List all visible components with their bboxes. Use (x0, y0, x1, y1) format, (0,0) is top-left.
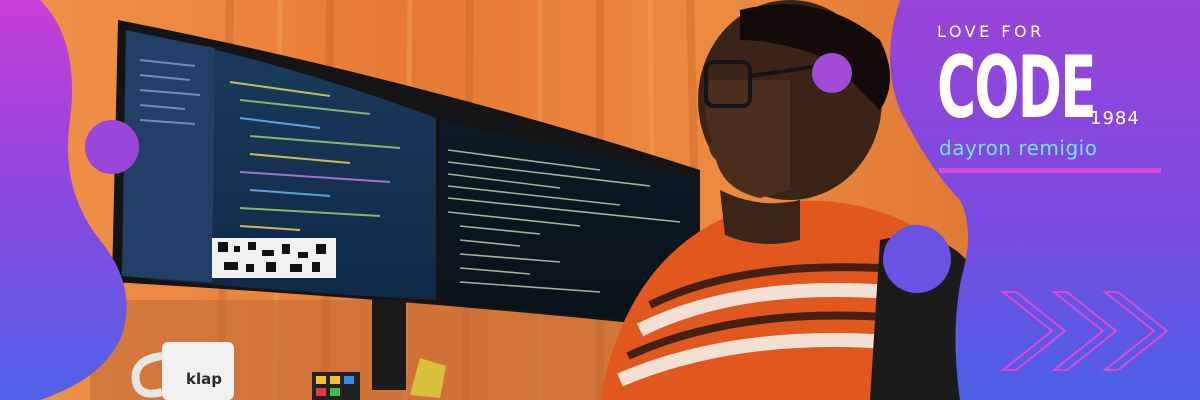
banner-author: dayron remigio (939, 136, 1098, 160)
banner-title-block: LOVE FOR CODE 1984 dayron remigio (930, 22, 1180, 182)
banner-headline: CODE (937, 38, 1097, 138)
banner-year: 1984 (1090, 108, 1140, 129)
author-underline (939, 168, 1161, 173)
mug-label: klap (186, 370, 222, 388)
